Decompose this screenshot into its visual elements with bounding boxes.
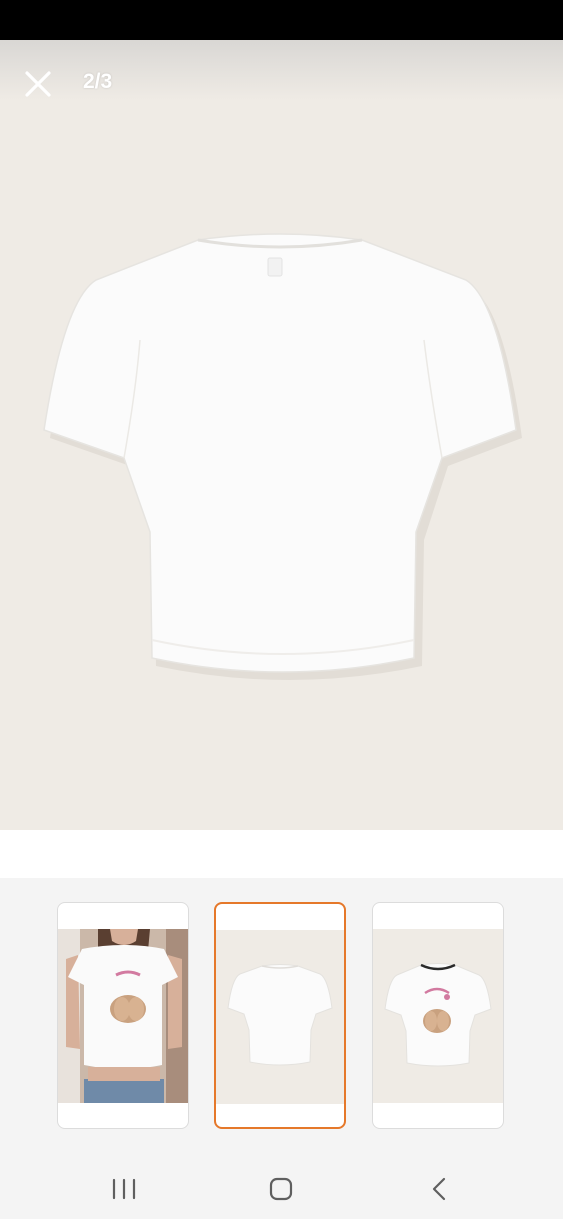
recent-apps-icon <box>112 1178 136 1200</box>
tshirt-back-image <box>0 40 563 830</box>
thumbnail-strip <box>0 878 563 1160</box>
tshirt-front-photo <box>373 929 503 1103</box>
close-icon <box>25 71 51 97</box>
status-bar <box>0 0 563 40</box>
thumbnail-1[interactable] <box>57 902 189 1129</box>
home-icon <box>269 1177 293 1201</box>
home-button[interactable] <box>262 1174 302 1204</box>
thumbnail-2[interactable] <box>214 902 346 1129</box>
tshirt-back-photo <box>216 930 344 1104</box>
thumbnail-3[interactable] <box>372 902 504 1129</box>
close-button[interactable] <box>22 68 54 100</box>
system-navigation-bar <box>0 1160 563 1219</box>
back-icon <box>432 1177 446 1201</box>
spacer <box>0 830 563 879</box>
model-front-photo <box>58 929 188 1103</box>
back-button[interactable] <box>420 1174 460 1204</box>
image-viewer[interactable]: 2/3 <box>0 40 563 830</box>
image-counter: 2/3 <box>83 70 113 93</box>
recent-apps-button[interactable] <box>104 1174 144 1204</box>
